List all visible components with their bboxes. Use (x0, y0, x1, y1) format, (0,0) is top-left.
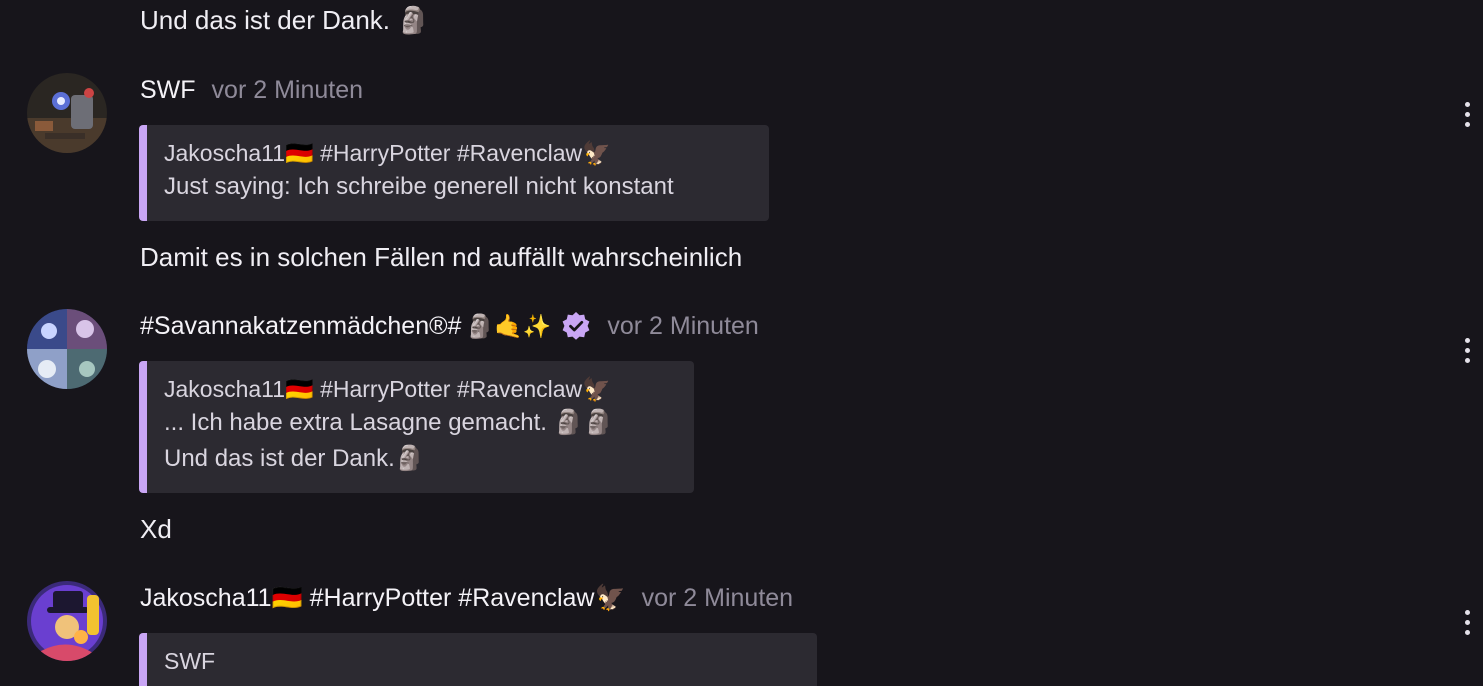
quoted-message[interactable]: SWF (139, 633, 817, 686)
message-header: SWF vor 2 Minuten (140, 73, 363, 107)
avatar-image (27, 581, 107, 661)
message-header: #Savannakatzenmädchen®# 🗿🤙✨ vor 2 Minute… (140, 309, 759, 343)
message-text: Und das ist der Dank. 🗿 (140, 5, 430, 35)
message-feed: Und das ist der Dank. 🗿 SWF vor 2 Minute… (0, 0, 1483, 686)
quoted-text: Und das ist der Dank.🗿 (164, 445, 425, 472)
timestamp: vor 2 Minuten (641, 583, 794, 612)
avatar-image (27, 73, 107, 153)
user-avatar[interactable] (27, 309, 107, 389)
quoted-message[interactable]: Jakoscha11🇩🇪 #HarryPotter #Ravenclaw🦅 ..… (139, 361, 694, 493)
quoted-author: Jakoscha11🇩🇪 #HarryPotter #Ravenclaw🦅 (164, 140, 611, 166)
message-text: Damit es in solchen Fällen nd auffällt w… (140, 242, 743, 272)
user-avatar[interactable] (27, 581, 107, 661)
more-options-icon[interactable] (1459, 102, 1475, 132)
timestamp: vor 2 Minuten (607, 311, 759, 340)
avatar-image (27, 309, 107, 389)
message-text: Xd (140, 514, 172, 544)
quoted-text: Just saying: Ich schreibe generell nicht… (164, 173, 674, 200)
author-name[interactable]: SWF (140, 76, 196, 105)
message-header: Jakoscha11🇩🇪 #HarryPotter #Ravenclaw🦅 vo… (140, 581, 793, 615)
more-options-icon[interactable] (1459, 610, 1475, 640)
author-name[interactable]: Jakoscha11🇩🇪 #HarryPotter #Ravenclaw🦅 (140, 584, 626, 613)
more-options-icon[interactable] (1459, 338, 1475, 368)
verified-badge-icon (562, 312, 590, 340)
author-emojis: 🗿🤙✨ (465, 312, 552, 339)
quoted-message[interactable]: Jakoscha11🇩🇪 #HarryPotter #Ravenclaw🦅 Ju… (139, 125, 769, 221)
quoted-author: SWF (164, 648, 216, 674)
quoted-text: ... Ich habe extra Lasagne gemacht. 🗿🗿 (164, 409, 614, 436)
author-name[interactable]: #Savannakatzenmädchen®# (140, 312, 461, 341)
quoted-author: Jakoscha11🇩🇪 #HarryPotter #Ravenclaw🦅 (164, 376, 611, 402)
timestamp: vor 2 Minuten (211, 75, 364, 104)
user-avatar[interactable] (27, 73, 107, 153)
